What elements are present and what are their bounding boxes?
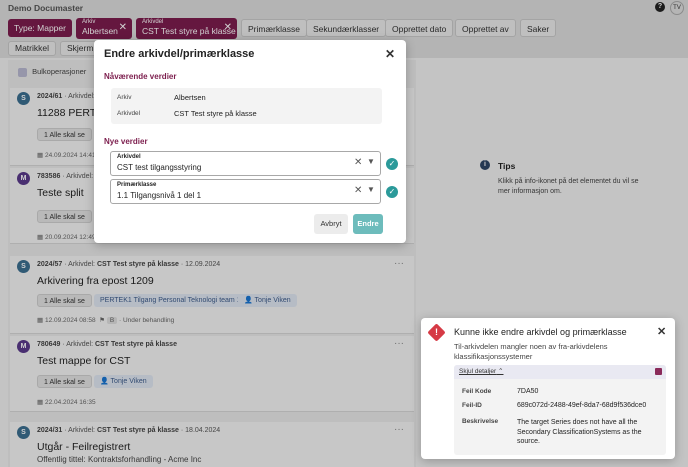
primaerklasse-select-value: 1.1 Tilgangsnivå 1 del 1 [117, 191, 202, 200]
toast-title: Kunne ikke endre arkivdel og primærklass… [454, 327, 627, 337]
current-arkiv-value: Albertsen [174, 93, 206, 102]
copy-icon[interactable] [655, 368, 662, 375]
check-icon: ✓ [386, 186, 398, 198]
new-values-heading: Nye verdier [104, 137, 148, 146]
chevron-down-icon[interactable]: ▼ [367, 157, 375, 166]
primaerklasse-select[interactable]: Primærklasse 1.1 Tilgangsnivå 1 del 1 ✕ … [110, 179, 381, 204]
description-label: Beskrivelse [462, 418, 499, 425]
close-icon[interactable]: ✕ [657, 325, 666, 338]
error-id-value: 689c072d-2488-49ef-8da7-68d9f536dce0 [517, 402, 647, 409]
current-arkiv-label: Arkiv [117, 94, 132, 101]
current-values-box: Arkiv Albertsen Arkivdel CST Test styre … [111, 88, 382, 124]
hide-details-link[interactable]: Skjul detaljer ⌃ [459, 367, 503, 375]
exclamation-icon: ! [435, 327, 438, 337]
details-header: Skjul detaljer ⌃ [454, 365, 666, 379]
toast-message: Til-arkivdelen mangler noen av fra-arkiv… [454, 342, 608, 361]
primaerklasse-select-label: Primærklasse [117, 182, 157, 188]
clear-icon[interactable]: ✕ [354, 185, 362, 196]
check-icon: ✓ [386, 158, 398, 170]
clear-icon[interactable]: ✕ [354, 157, 362, 168]
error-code-value: 7DA50 [517, 388, 539, 395]
error-toast: ! Kunne ikke endre arkivdel og primærkla… [421, 318, 675, 459]
error-code-label: Feil Kode [462, 388, 492, 395]
error-details: Skjul detaljer ⌃ Feil Kode 7DA50 Feil-ID… [454, 365, 666, 455]
dialog-title: Endre arkivdel/primærklasse [104, 48, 255, 60]
error-id-label: Feil-ID [462, 402, 482, 409]
cancel-button[interactable]: Avbryt [314, 214, 348, 234]
submit-button[interactable]: Endre [353, 214, 383, 234]
current-arkivdel-value: CST Test styre på klasse [174, 109, 257, 118]
description-value: The target Series does not have all the … [517, 419, 642, 445]
chevron-down-icon[interactable]: ▼ [367, 185, 375, 194]
arkivdel-select-value: CST test tilgangsstyring [117, 163, 202, 172]
close-icon[interactable]: ✕ [385, 47, 395, 61]
current-values-heading: Nåværende verdier [104, 72, 177, 81]
arkivdel-select-label: Arkivdel [117, 154, 141, 160]
change-arkivdel-dialog: Endre arkivdel/primærklasse ✕ Nåværende … [94, 40, 406, 243]
current-arkivdel-label: Arkivdel [117, 110, 141, 117]
arkivdel-select[interactable]: Arkivdel CST test tilgangsstyring ✕ ▼ [110, 151, 381, 176]
